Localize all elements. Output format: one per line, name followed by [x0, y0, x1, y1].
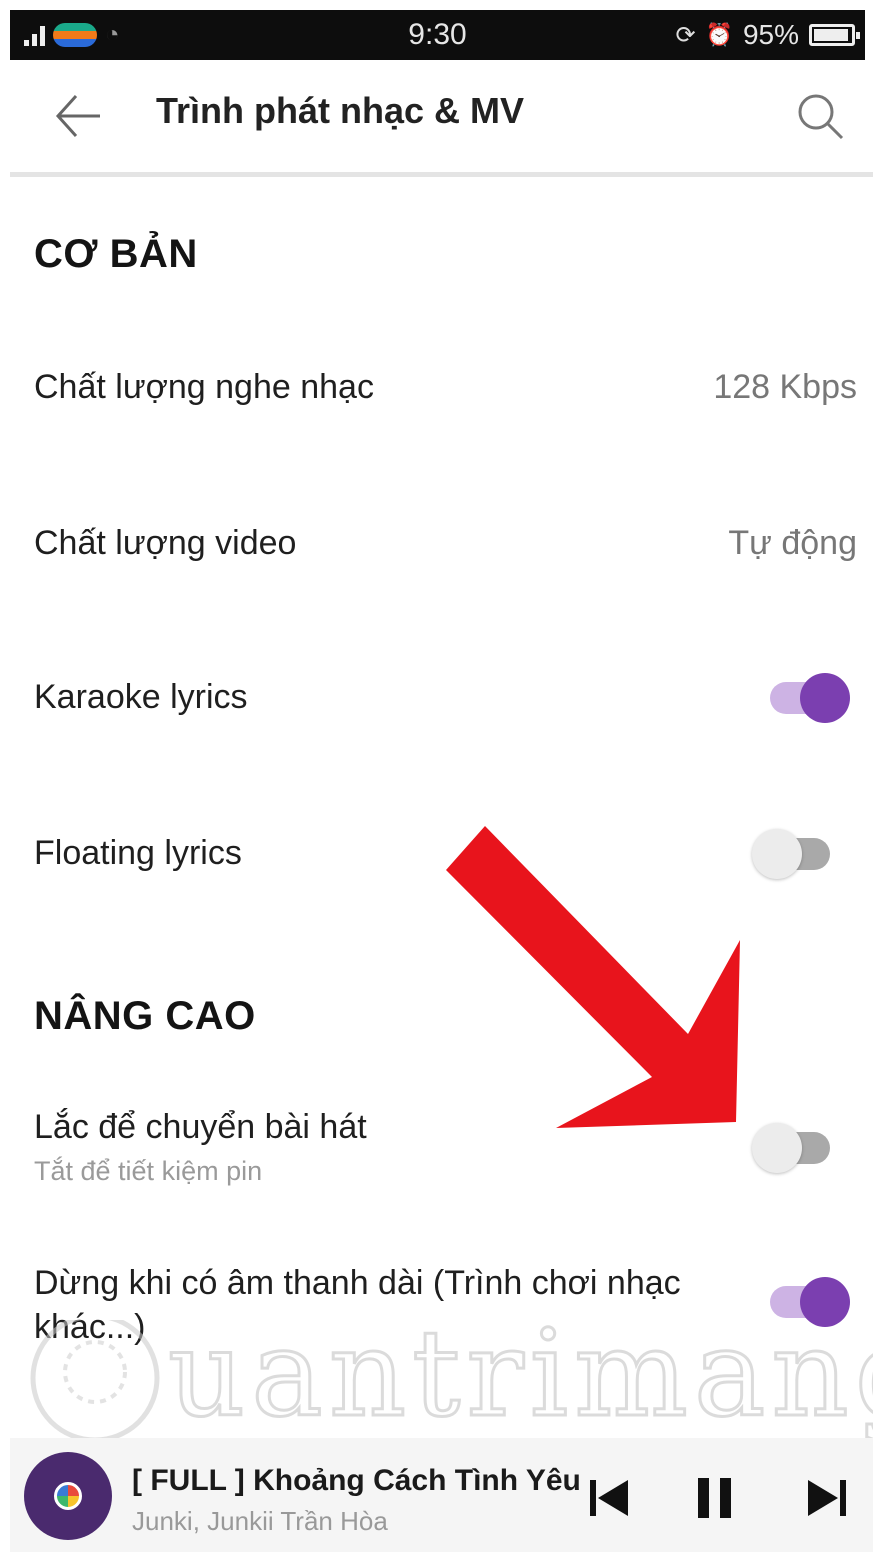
setting-karaoke-lyrics: Karaoke lyrics	[0, 678, 873, 738]
page-title: Trình phát nhạc & MV	[156, 90, 525, 131]
setting-sublabel: Tắt để tiết kiệm pin	[34, 1156, 263, 1186]
section-title-advanced: NÂNG CAO	[34, 994, 256, 1038]
alarm-icon: ⏰	[705, 22, 733, 47]
pause-icon[interactable]	[692, 1476, 738, 1520]
battery-percent: 95%	[742, 19, 799, 50]
toggle-thumb	[800, 673, 850, 723]
skip-previous-icon[interactable]	[586, 1476, 632, 1520]
album-art[interactable]	[24, 1452, 112, 1540]
skip-next-icon[interactable]	[804, 1476, 850, 1520]
setting-video-quality[interactable]: Chất lượng video Tự động	[0, 524, 873, 584]
setting-shake-to-skip: Lắc để chuyển bài hát Tắt để tiết kiệm p…	[0, 1108, 873, 1198]
setting-audio-quality[interactable]: Chất lượng nghe nhạc 128 Kbps	[0, 368, 873, 428]
status-right: ⟳ ⏰ 95%	[675, 19, 860, 51]
status-bar: ◔ 9:30 ⟳ ⏰ 95%	[10, 10, 865, 60]
setting-value: Tự động	[728, 524, 857, 562]
search-icon[interactable]	[792, 88, 848, 144]
app-bar: Trình phát nhạc & MV	[0, 60, 873, 172]
setting-label: Chất lượng video	[34, 524, 297, 562]
song-title: [ FULL ] Khoảng Cách Tình Yêu	[132, 1464, 581, 1497]
floating-lyrics-toggle[interactable]	[752, 824, 834, 884]
setting-label: Karaoke lyrics	[34, 678, 248, 716]
app-bar-divider	[10, 172, 873, 177]
watermark-logo: uantrimang	[167, 1304, 873, 1446]
setting-label: Lắc để chuyển bài hát	[34, 1108, 367, 1146]
sync-icon: ⟳	[675, 21, 696, 49]
app-logo-icon	[54, 1482, 82, 1510]
song-artist: Junki, Junkii Trần Hòa	[132, 1506, 388, 1536]
battery-icon	[809, 24, 860, 46]
setting-floating-lyrics: Floating lyrics	[0, 834, 873, 894]
karaoke-lyrics-toggle[interactable]	[770, 668, 852, 728]
setting-label: Dừng khi có âm thanh dài (Trình chơi nhạ…	[34, 1264, 681, 1302]
shake-to-skip-toggle[interactable]	[752, 1118, 834, 1178]
setting-label: Chất lượng nghe nhạc	[34, 368, 374, 406]
setting-value: 128 Kbps	[713, 368, 857, 406]
section-title-basic: CƠ BẢN	[34, 232, 198, 276]
toggle-thumb	[752, 829, 802, 879]
mini-player[interactable]: [ FULL ] Khoảng Cách Tình Yêu Junki, Jun…	[10, 1438, 873, 1552]
toggle-thumb	[752, 1123, 802, 1173]
setting-label: Floating lyrics	[34, 834, 242, 872]
arrow-left-icon[interactable]	[50, 88, 106, 144]
